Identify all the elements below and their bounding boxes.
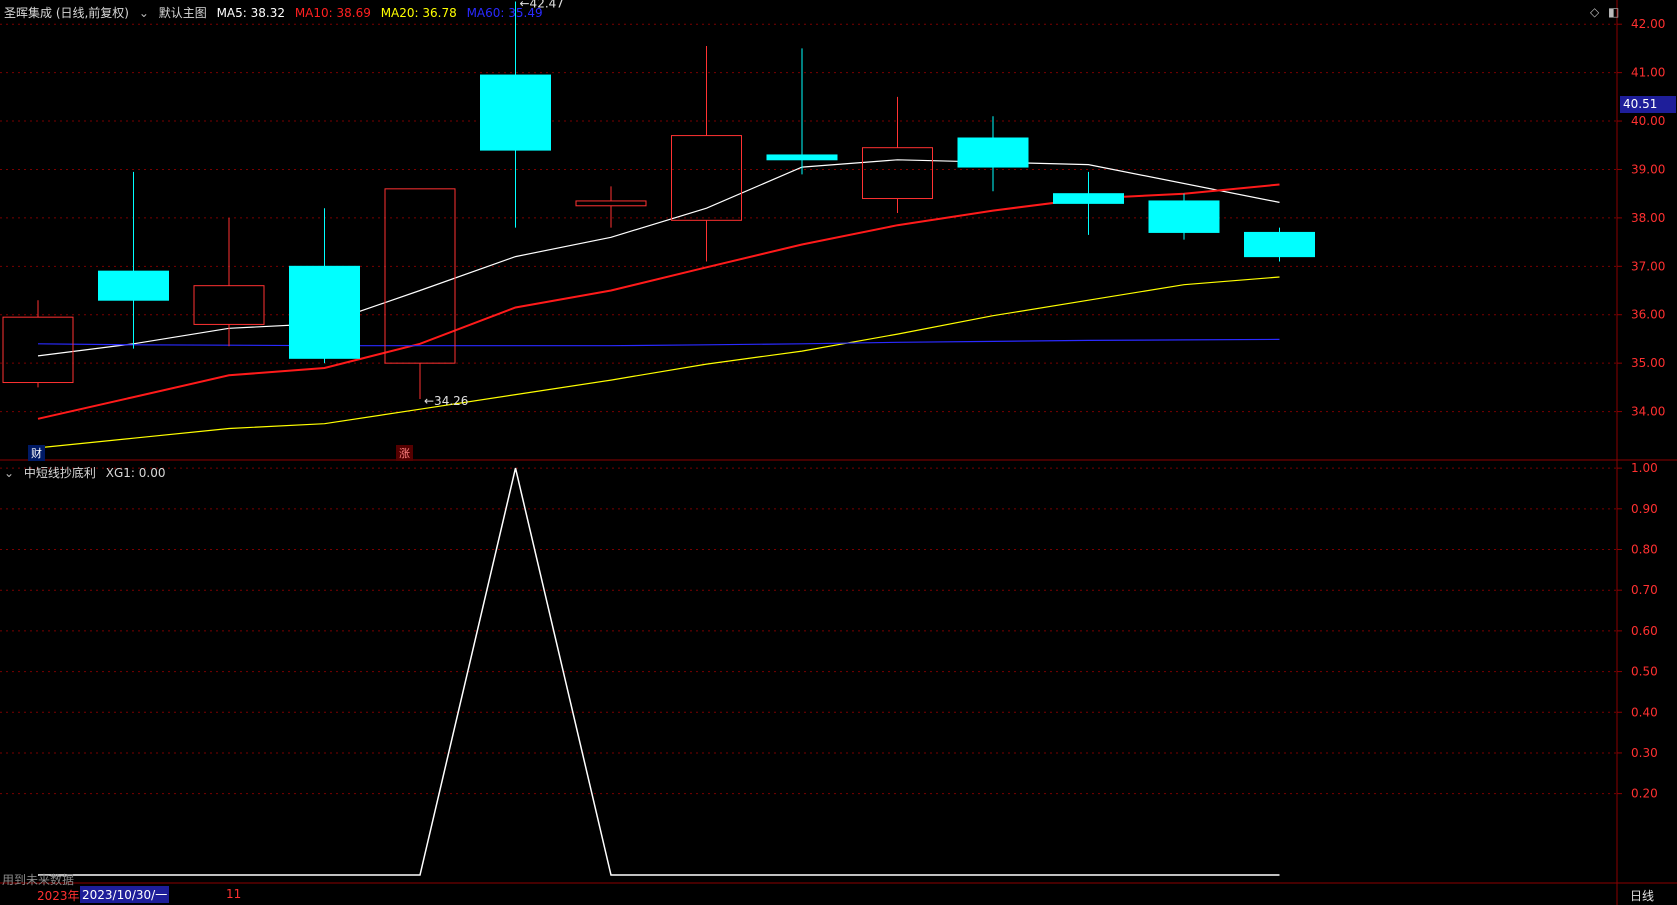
extreme-price-label: ←34.26 (424, 394, 468, 408)
indicator-title[interactable]: 中短线抄底利 (24, 466, 96, 480)
period-label[interactable]: 日线 (1630, 887, 1654, 904)
candle-body (957, 137, 1029, 168)
stock-title[interactable]: 圣晖集成 (日线,前复权) (4, 6, 129, 20)
candle-down (766, 48, 838, 175)
indicator-axis[interactable]: 1.00 0.90 0.80 0.70 0.60 0.50 0.40 0.30 0.20 (1617, 461, 1658, 801)
limit-up-marker[interactable]: 涨 (396, 445, 413, 461)
price-tick-label: 38.00 (1631, 211, 1665, 225)
ma5-label: MA5: 38.32 (216, 6, 285, 20)
main-panel-grid (0, 23, 1677, 461)
candle-body (766, 154, 838, 161)
candle-up (384, 188, 456, 399)
price-tick-label: 35.00 (1631, 356, 1665, 370)
main-chart-type[interactable]: 默认主图 (159, 6, 207, 20)
indicator-tick-label: 0.30 (1631, 746, 1658, 760)
month-label: 11 (226, 887, 242, 901)
indicator-tick-label: 0.60 (1631, 624, 1658, 638)
ma-line-ma20 (37, 276, 1280, 449)
chevron-down-icon[interactable]: ⌄ (139, 6, 149, 20)
main-chart-header: 圣晖集成 (日线,前复权) ⌄ 默认主图 MA5: 38.32 MA10: 38… (4, 4, 549, 21)
indicator-tick-label: 0.90 (1631, 502, 1658, 516)
panel-toggle-icon[interactable]: ◧ (1608, 5, 1619, 19)
future-data-notice: 用到未来数据 (2, 873, 75, 887)
candle-down (1053, 171, 1124, 235)
chevron-down-icon[interactable]: ⌄ (4, 466, 14, 480)
candle-down (957, 116, 1029, 192)
ma-line-ma60 (37, 338, 1280, 347)
candle-body (575, 200, 647, 207)
price-tick-label: 37.00 (1631, 259, 1665, 273)
candle-body (2, 316, 74, 384)
candle-up (671, 46, 742, 262)
candle-body (289, 265, 360, 359)
main-price-axis[interactable]: 42.00 41.00 40.00 39.00 38.00 37.00 36.00 35.00… (1616, 0, 1665, 905)
price-tick-label: 36.00 (1631, 308, 1665, 322)
candle-up (862, 96, 933, 214)
candle-body (98, 270, 169, 301)
candle-down (1244, 227, 1315, 262)
indicator-tick-label: 1.00 (1631, 461, 1658, 475)
candle-body (1148, 200, 1220, 233)
candle-body (1053, 193, 1124, 204)
current-price-tag: 40.51 (1620, 96, 1676, 113)
indicator-tick-label: 0.20 (1631, 787, 1658, 801)
price-annotations: ←42.47←34.26 (424, 0, 564, 408)
candle-down (98, 171, 169, 349)
indicator-tick-label: 0.70 (1631, 583, 1658, 597)
price-tick-label: 39.00 (1631, 162, 1665, 176)
price-tick-label: 42.00 (1631, 17, 1665, 31)
candle-down (289, 208, 360, 364)
indicator-header: ⌄ 中短线抄底利 XG1: 0.00 (4, 464, 171, 481)
ma60-label: MA60: 35.49 (466, 6, 543, 20)
candle-body (384, 188, 456, 364)
ma-line-ma10 (37, 183, 1280, 420)
candle-down (1148, 193, 1220, 240)
candlesticks[interactable] (2, 1, 1315, 399)
ma10-label: MA10: 38.69 (294, 6, 371, 20)
price-tick-label: 41.00 (1631, 66, 1665, 80)
year-label: 2023年 (37, 889, 80, 903)
indicator-value: XG1: 0.00 (105, 466, 166, 480)
ma20-label: MA20: 36.78 (380, 6, 457, 20)
price-tick-label: 40.00 (1631, 114, 1665, 128)
candle-up (575, 186, 647, 228)
price-tick-label: 34.00 (1631, 405, 1665, 419)
indicator-tick-label: 0.40 (1631, 705, 1658, 719)
date-cursor-label[interactable]: 2023/10/30/一 (80, 886, 170, 903)
candle-body (193, 285, 265, 325)
candle-body (862, 147, 933, 200)
indicator-tick-label: 0.80 (1631, 543, 1658, 557)
candle-body (480, 74, 551, 151)
stock-chart[interactable]: ←42.47←34.26 42.00 41.00 40.00 39.00 38.00 37… (0, 0, 1677, 905)
ma-line-ma5 (37, 159, 1280, 357)
diamond-icon[interactable]: ◇ (1590, 5, 1599, 19)
indicator-tick-label: 0.50 (1631, 665, 1658, 679)
candle-down (480, 1, 551, 228)
finance-marker[interactable]: 财 (28, 445, 45, 461)
indicator-panel-grid (0, 467, 1677, 884)
candle-body (1244, 231, 1315, 258)
